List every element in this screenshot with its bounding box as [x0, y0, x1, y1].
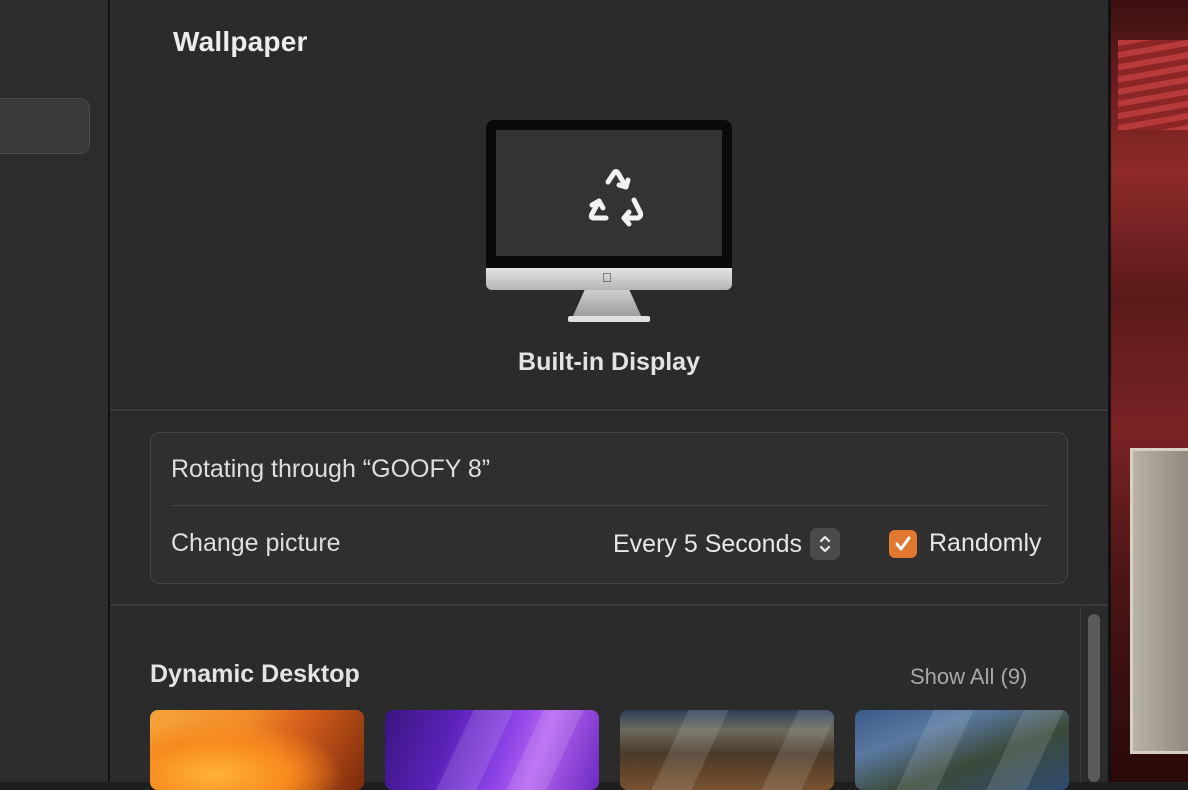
wallpaper-thumbnail[interactable]	[855, 710, 1069, 790]
wallpaper-thumbnail[interactable]	[385, 710, 599, 790]
desktop-background	[1108, 0, 1188, 782]
wallpaper-thumbnail[interactable]	[620, 710, 834, 790]
section-divider	[110, 604, 1108, 606]
display-name: Built-in Display	[518, 348, 700, 376]
checkmark-icon[interactable]	[889, 529, 917, 558]
change-interval-value: Every 5 Seconds	[613, 529, 802, 558]
monitor-bezel	[486, 120, 732, 268]
display-preview: 	[486, 120, 732, 326]
change-interval-popup[interactable]: Every 5 Seconds	[613, 527, 840, 561]
show-all-button[interactable]: Show All (9)	[910, 664, 1027, 690]
thumbnail-stripe	[651, 710, 729, 790]
thumbnail-stripe	[896, 710, 974, 790]
randomly-checkbox[interactable]: Randomly	[889, 529, 1042, 558]
desktop-roof-detail	[1118, 40, 1188, 130]
sidebar-search-field[interactable]	[0, 98, 90, 154]
window-edge	[1108, 0, 1111, 782]
monitor-stand	[572, 290, 642, 318]
randomly-label: Randomly	[929, 529, 1042, 557]
change-picture-label: Change picture	[171, 529, 341, 557]
recycle-arrows-icon	[584, 168, 648, 234]
thumbnail-stripe	[506, 710, 584, 790]
dynamic-desktop-title: Dynamic Desktop	[150, 660, 360, 688]
up-down-chevron-icon[interactable]	[810, 528, 840, 560]
wallpaper-pane: Wallpaper  Built-in Display	[110, 0, 1109, 790]
scrollbar-thumb[interactable]	[1088, 614, 1100, 782]
rotating-through-label: Rotating through “GOOFY 8”	[171, 455, 491, 483]
page-title: Wallpaper	[173, 26, 308, 57]
wallpaper-thumbnail[interactable]	[150, 710, 364, 790]
sidebar	[0, 0, 108, 782]
group-divider	[171, 505, 1047, 506]
thumbnail-stripe	[761, 710, 834, 790]
thumbnail-stripe	[436, 710, 514, 790]
apple-logo-icon: 	[602, 271, 612, 285]
desktop-window-detail	[1130, 448, 1188, 754]
section-divider	[110, 409, 1108, 411]
rotation-settings-group: Rotating through “GOOFY 8” Change pictur…	[150, 432, 1068, 584]
thumbnail-stripe	[986, 710, 1064, 790]
monitor-stand-base	[568, 316, 650, 322]
monitor-screen	[496, 130, 722, 256]
